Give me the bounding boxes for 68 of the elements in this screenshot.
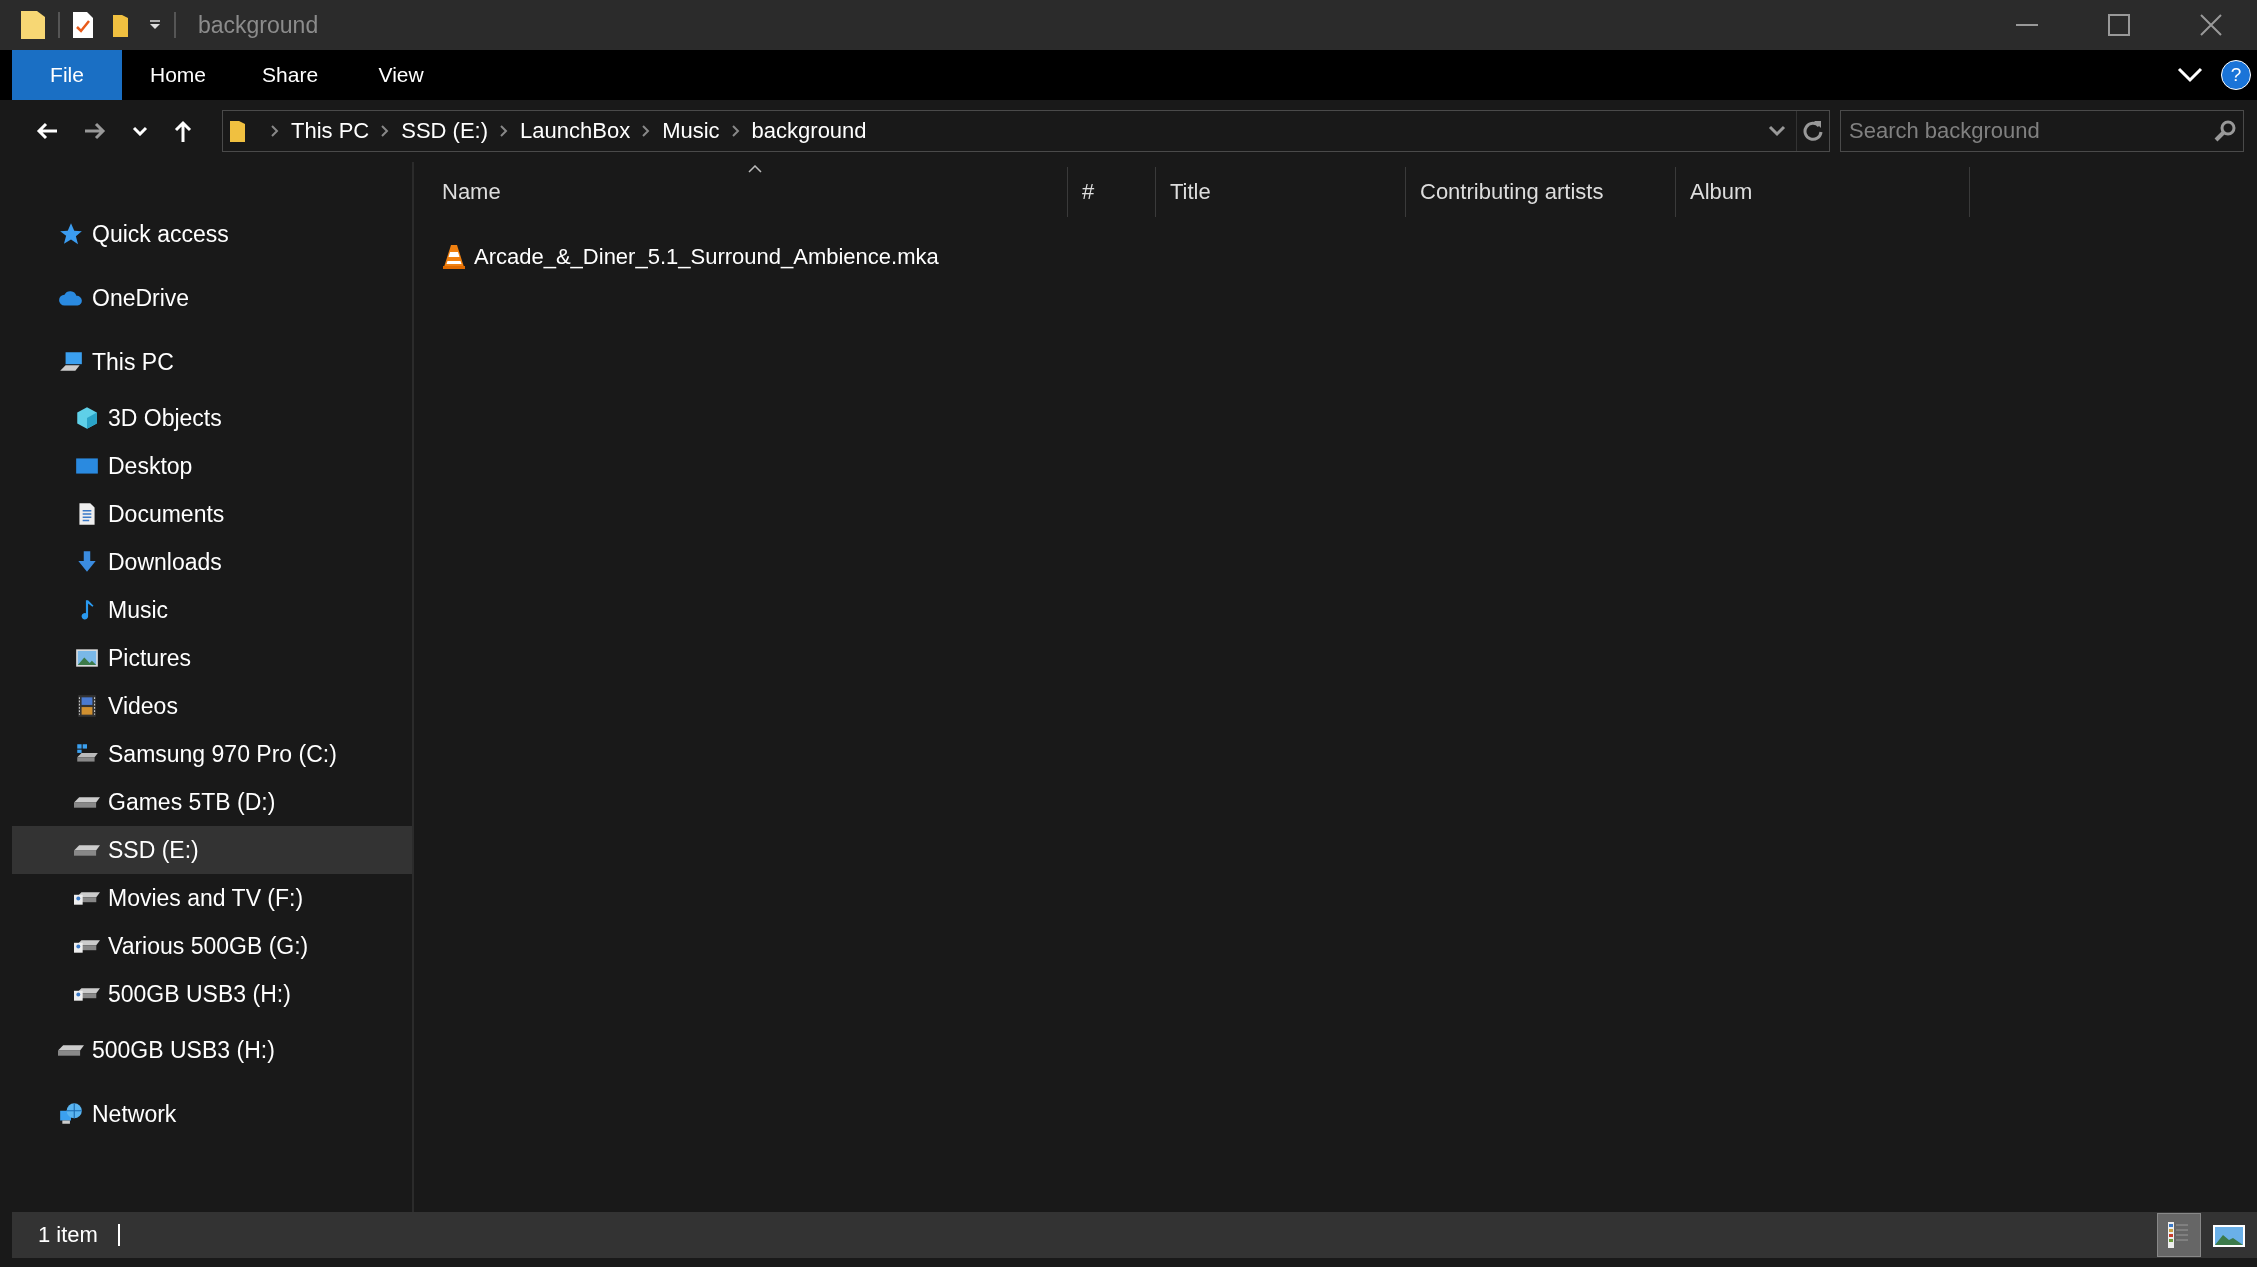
expand-ribbon-chevron-icon[interactable]: [2177, 67, 2203, 83]
breadcrumb-link[interactable]: SSD (E:): [401, 118, 489, 144]
nav-pane-item[interactable]: Movies and TV (F:): [12, 874, 412, 922]
folder-icon: [229, 119, 247, 143]
item-count: 1 item: [38, 1222, 98, 1248]
drive-icon: [74, 796, 100, 808]
chevron-right-icon[interactable]: [731, 125, 740, 137]
back-arrow-icon[interactable]: [36, 122, 58, 140]
chevron-right-icon[interactable]: [271, 125, 279, 137]
search-field[interactable]: Search background: [1840, 110, 2244, 152]
chevron-right-icon[interactable]: [500, 125, 509, 137]
breadcrumb-link[interactable]: LaunchBox: [520, 118, 631, 144]
details-view-icon[interactable]: [2157, 1213, 2201, 1257]
column-header[interactable]: Title: [1156, 167, 1406, 217]
up-arrow-icon[interactable]: [174, 120, 192, 142]
network-globe-icon: [58, 1101, 84, 1127]
star-icon: [58, 221, 84, 247]
nav-pane-item[interactable]: OneDrive: [12, 266, 412, 330]
dropdown-caret-icon[interactable]: [148, 19, 162, 31]
ribbon-tab[interactable]: View: [346, 50, 457, 100]
nav-pane-item[interactable]: Pictures: [12, 634, 412, 682]
folder-icon[interactable]: [112, 12, 130, 38]
nav-pane-item[interactable]: 3D Objects: [12, 394, 412, 442]
shared-drive-icon: [74, 939, 100, 953]
breadcrumb-link[interactable]: background: [751, 118, 867, 144]
nav-pane-item[interactable]: Games 5TB (D:): [12, 778, 412, 826]
search-icon: [2214, 120, 2236, 142]
maximize-icon[interactable]: [2108, 14, 2130, 36]
ribbon-tab[interactable]: Share: [234, 50, 347, 100]
nav-pane-item[interactable]: Downloads: [12, 538, 412, 586]
folder-icon[interactable]: [20, 10, 46, 40]
chevron-right-icon[interactable]: [642, 125, 651, 137]
chevron-right-icon[interactable]: [381, 125, 390, 137]
column-header[interactable]: Name: [428, 167, 1068, 217]
window-title: background: [198, 11, 319, 39]
drive-icon: [58, 1044, 84, 1056]
close-icon[interactable]: [2200, 14, 2222, 36]
nav-pane-item[interactable]: 500GB USB3 (H:): [12, 1018, 412, 1082]
file-item[interactable]: Arcade_&_Diner_5.1_Surround_Ambience.mka: [428, 235, 2257, 279]
ribbon-tab[interactable]: Home: [122, 50, 235, 100]
nav-pane-item[interactable]: Videos: [12, 682, 412, 730]
properties-icon[interactable]: [72, 11, 94, 39]
ribbon-tab[interactable]: File: [12, 50, 122, 100]
column-header[interactable]: #: [1068, 167, 1156, 217]
help-button[interactable]: ?: [2221, 60, 2251, 90]
address-dropdown-chevron-icon[interactable]: [1768, 125, 1786, 137]
breadcrumb-link[interactable]: Music: [662, 118, 720, 144]
shared-drive-icon: [74, 891, 100, 905]
nav-pane-item[interactable]: Music: [12, 586, 412, 634]
cube-icon: [74, 405, 100, 431]
column-header[interactable]: Album: [1676, 167, 1970, 217]
forward-arrow-icon[interactable]: [84, 122, 106, 140]
refresh-icon[interactable]: [1803, 120, 1823, 142]
nav-pane-item[interactable]: This PC: [12, 330, 412, 394]
nav-pane-item[interactable]: 500GB USB3 (H:): [12, 970, 412, 1018]
breadcrumb-link[interactable]: This PC: [291, 118, 370, 144]
shared-drive-icon: [74, 987, 100, 1001]
recent-locations-chevron-icon[interactable]: [132, 126, 148, 136]
nav-pane-item[interactable]: Desktop: [12, 442, 412, 490]
nav-pane-item[interactable]: SSD (E:): [12, 826, 412, 874]
traffic-cone-icon: [442, 244, 466, 270]
nav-pane-item[interactable]: Quick access: [12, 202, 412, 266]
nav-pane-item[interactable]: Documents: [12, 490, 412, 538]
nav-pane-item[interactable]: Various 500GB (G:): [12, 922, 412, 970]
column-header[interactable]: Contributing artists: [1406, 167, 1676, 217]
drive-icon: [74, 844, 100, 856]
nav-pane-item[interactable]: Network: [12, 1082, 412, 1146]
nav-pane-item[interactable]: Samsung 970 Pro (C:): [12, 730, 412, 778]
